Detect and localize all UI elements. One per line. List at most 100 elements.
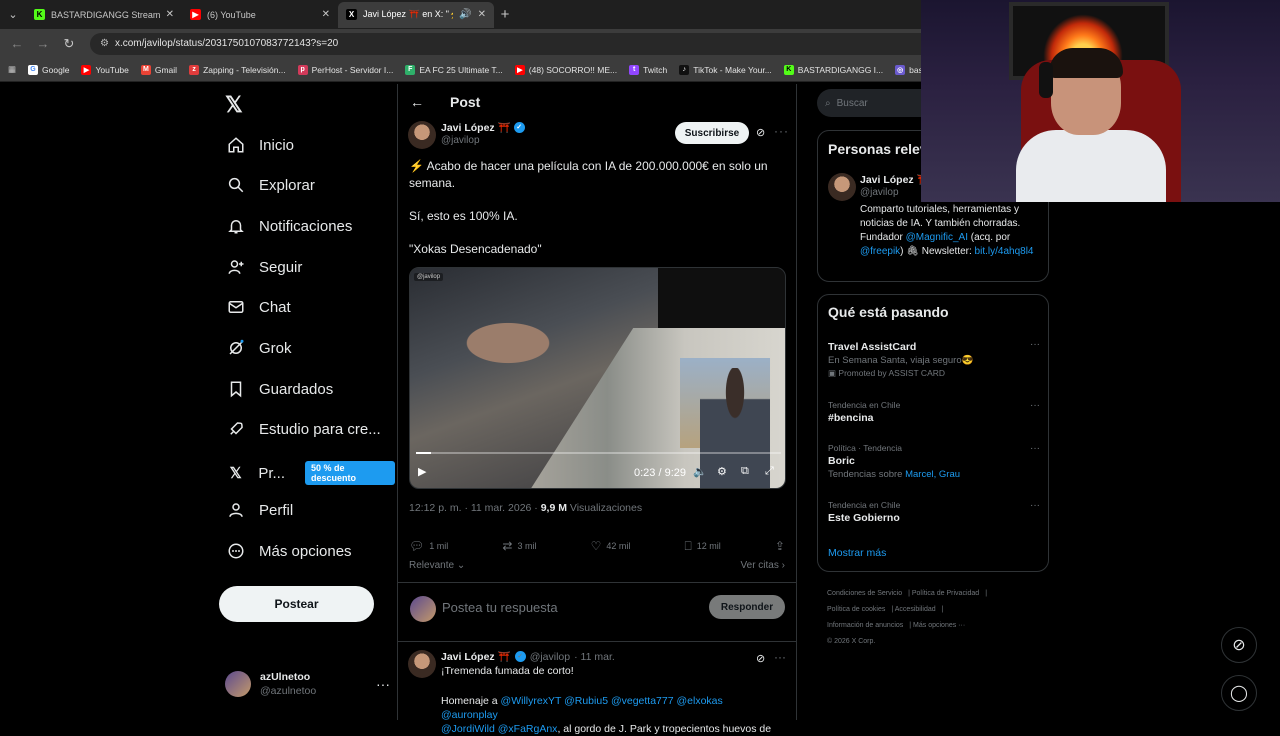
bookmark-perhost[interactable]: p PerHost - Servidor I... <box>297 64 393 75</box>
grok-icon[interactable]: ⊘ <box>756 126 765 139</box>
back-icon[interactable]: ← <box>6 36 28 51</box>
bookmark-gmail[interactable]: M Gmail <box>140 64 177 75</box>
nav-item-grok[interactable]: Grok <box>227 339 292 357</box>
new-tab-button[interactable]: + <box>494 6 516 23</box>
mention-link[interactable]: @JordiWild @xFaRgAnx <box>441 723 557 735</box>
site-info-icon[interactable]: ⚙ <box>100 38 109 49</box>
nav-item-chat[interactable]: Chat <box>227 298 291 316</box>
subscribe-button[interactable]: Suscribirse <box>675 122 749 144</box>
browser-tab-youtube[interactable]: ▶ (6) YouTube ✕ <box>182 2 338 28</box>
bookmark-youtube[interactable]: ▶ YouTube <box>81 64 129 75</box>
copyright: © 2026 X Corp. <box>827 638 876 645</box>
tab-search-icon[interactable]: ⌄ <box>0 2 26 28</box>
bookmark-tiktok[interactable]: ♪ TikTok - Make Your... <box>679 64 772 75</box>
settings-icon[interactable]: ⚙ <box>717 465 727 478</box>
more-icon[interactable]: ··· <box>376 676 390 692</box>
footer-link[interactable]: Información de anuncios <box>827 622 903 629</box>
footer-link[interactable]: Accesibilidad <box>895 606 936 613</box>
bookmark-twitch[interactable]: t Twitch <box>629 64 667 75</box>
close-tab-icon[interactable]: ✕ <box>322 9 330 20</box>
avatar[interactable] <box>408 121 436 149</box>
footer-link[interactable]: Política de Privacidad <box>912 590 979 597</box>
grok-icon[interactable]: ⊘ <box>756 652 765 665</box>
pip-icon[interactable]: ⧉ <box>741 465 749 478</box>
sort-dropdown[interactable]: Relevante ⌄ <box>409 560 465 571</box>
browser-tab-kick[interactable]: K BASTARDIGANGG Stream - Wa ✕ <box>26 2 182 28</box>
nav-item-mas-opciones[interactable]: Más opciones <box>227 542 352 560</box>
nav-item-inicio[interactable]: Inicio <box>227 136 294 154</box>
author-name[interactable]: Javi López ⛩️ ✓ <box>441 121 525 134</box>
footer-link[interactable]: Más opciones ··· <box>913 622 965 629</box>
play-icon[interactable]: ▶ <box>418 465 426 478</box>
avatar[interactable] <box>828 173 856 201</box>
post-button[interactable]: Postear <box>219 586 374 622</box>
trend-item[interactable]: Política · Tendencia Boric Tendencias so… <box>828 443 1040 480</box>
grok-fab[interactable]: ⊘ <box>1221 627 1257 663</box>
nav-item-notificaciones[interactable]: Notificaciones <box>227 217 352 235</box>
footer-link[interactable]: Condiciones de Servicio <box>827 590 902 597</box>
trend-subtitle: En Semana Santa, viaja seguro😎 <box>828 355 974 366</box>
browser-tab-x[interactable]: X Javi López ⛩️ en X: "⚡ Ac 🔊 ✕ <box>338 1 494 28</box>
more-icon[interactable]: ··· <box>774 650 786 664</box>
video-player[interactable]: @javilop ▶ 0:23 / 9:29 🔈 ⚙ ⧉ ⤢ <box>409 267 786 489</box>
bookmark-eafc[interactable]: F EA FC 25 Ultimate T... <box>405 64 503 75</box>
reply-tweet[interactable]: Javi López ⛩️ ✓ @javilop · 11 mar. ⊘ ···… <box>398 644 796 735</box>
more-icon[interactable]: ··· <box>1030 500 1040 511</box>
trend-related-link[interactable]: Marcel, Grau <box>905 469 960 480</box>
close-tab-icon[interactable]: ✕ <box>166 9 174 20</box>
show-more-link[interactable]: Mostrar más <box>828 547 886 559</box>
forward-icon[interactable]: → <box>32 36 54 51</box>
volume-icon[interactable]: 🔈 <box>693 465 707 478</box>
bookmark-button[interactable]: ⎕ 12 mil <box>685 539 721 554</box>
back-arrow-icon[interactable]: ← <box>410 94 424 110</box>
reload-icon[interactable]: ↻ <box>58 36 80 52</box>
url-input[interactable]: ⚙ x.com/javilop/status/20317501070837721… <box>90 32 990 55</box>
bio-link[interactable]: bit.ly/4ahq8l4 <box>975 246 1034 257</box>
more-icon[interactable]: ··· <box>1030 443 1040 454</box>
share-button[interactable]: ⇪ <box>775 539 785 553</box>
reply-button[interactable]: 💬︎ 1 mil <box>409 539 448 553</box>
view-quotes-link[interactable]: Ver citas › <box>741 560 785 571</box>
bookmark-icon <box>227 380 245 398</box>
avatar[interactable] <box>408 650 436 678</box>
nav-item-estudio[interactable]: Estudio para cre... <box>227 420 381 438</box>
bookmark-bastardigangg-kick[interactable]: K BASTARDIGANGG I... <box>783 64 883 75</box>
bookmark-socorro[interactable]: ▶ (48) SOCORRO!! ME... <box>514 64 617 75</box>
webcam-overlay <box>921 0 1280 202</box>
close-tab-icon[interactable]: ✕ <box>478 9 486 20</box>
footer-link[interactable]: Política de cookies <box>827 606 885 613</box>
account-switcher[interactable]: azUlnetoo @azulnetoo ··· <box>225 670 390 698</box>
more-icon[interactable]: ··· <box>774 124 789 138</box>
more-icon[interactable]: ··· <box>1030 400 1040 411</box>
relevant-person-handle[interactable]: @javilop <box>860 187 899 198</box>
reply-author-name[interactable]: Javi López ⛩️ <box>441 650 511 663</box>
reply-input[interactable]: Postea tu respuesta <box>442 600 558 615</box>
apps-icon[interactable]: ▦ <box>8 64 16 75</box>
more-icon[interactable]: ··· <box>1030 339 1040 350</box>
reply-submit-button[interactable]: Responder <box>709 595 785 619</box>
mention-link[interactable]: @freepik <box>860 246 900 257</box>
trend-item[interactable]: Tendencia en Chile #bencina ··· <box>828 400 1040 424</box>
trend-item[interactable]: Tendencia en Chile Este Gobierno ··· <box>828 500 1040 524</box>
trend-category: Política · Tendencia <box>828 443 903 453</box>
bio-text: (acq. por <box>968 232 1011 243</box>
mention-link[interactable]: @Magnific_AI <box>906 232 968 243</box>
nav-item-perfil[interactable]: Perfil <box>227 501 293 519</box>
bookmark-google[interactable]: G Google <box>28 64 69 75</box>
nav-item-explorar[interactable]: Explorar <box>227 176 315 194</box>
nav-item-guardados[interactable]: Guardados <box>227 380 333 398</box>
reply-author-handle[interactable]: @javilop <box>530 651 570 663</box>
video-progress-bar[interactable] <box>416 452 781 454</box>
like-button[interactable]: ♡ 42 mil <box>591 539 631 553</box>
nav-item-premium[interactable]: 𝕏 Pr... 50 % de descuento <box>227 461 395 485</box>
x-logo-icon[interactable]: 𝕏 <box>225 92 243 118</box>
trend-item[interactable]: Travel AssistCard En Semana Santa, viaja… <box>828 339 1040 379</box>
bookmark-zapping[interactable]: z Zapping - Televisión... <box>189 64 286 75</box>
nav-label: Perfil <box>259 501 294 519</box>
fullscreen-icon[interactable]: ⤢ <box>765 465 774 478</box>
relevant-person-name[interactable]: Javi López ⛩️ <box>860 173 930 186</box>
repost-button[interactable]: ⇄ 3 mil <box>502 539 536 553</box>
nav-item-seguir[interactable]: Seguir <box>227 258 302 276</box>
messages-fab[interactable]: ◯ <box>1221 675 1257 711</box>
author-handle[interactable]: @javilop <box>441 135 480 146</box>
